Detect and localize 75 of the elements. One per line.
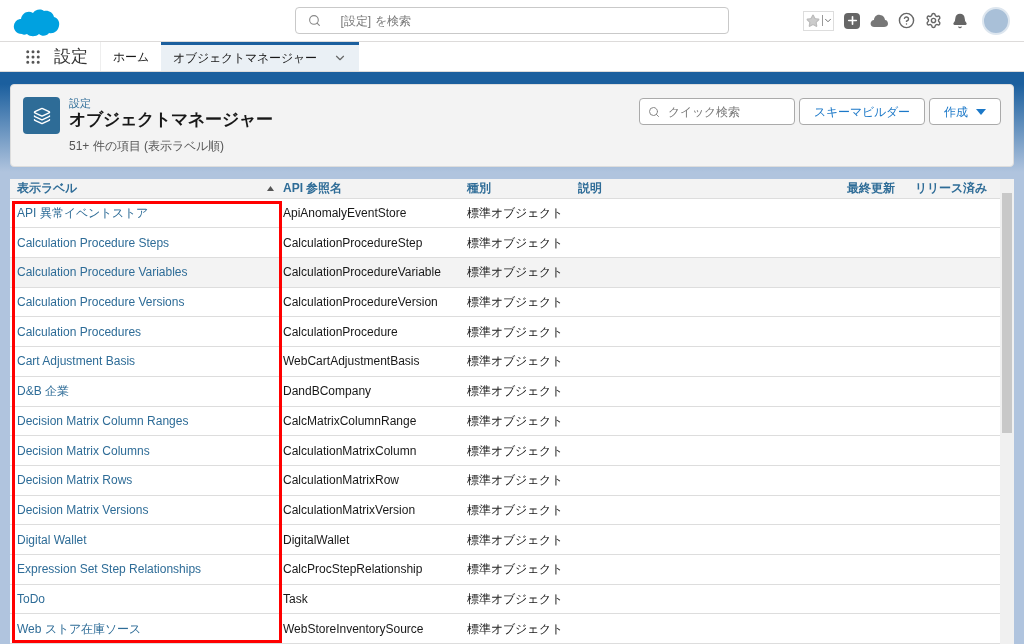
- api-name: DigitalWallet: [283, 532, 350, 547]
- object-type: 標準オブジェクト: [467, 473, 563, 488]
- app-launcher-icon[interactable]: [24, 47, 42, 66]
- object-link[interactable]: ToDo: [17, 591, 45, 606]
- object-link[interactable]: Decision Matrix Column Ranges: [17, 413, 189, 428]
- api-name: CalcProcStepRelationship: [283, 562, 423, 577]
- object-link[interactable]: Decision Matrix Rows: [17, 473, 133, 488]
- search-field[interactable]: [設定] を検索: [294, 7, 729, 34]
- column-header[interactable]: API 参照名: [278, 179, 461, 198]
- object-type: 標準オブジェクト: [467, 413, 563, 428]
- object-type: 標準オブジェクト: [467, 502, 563, 517]
- api-name: WebCartAdjustmentBasis: [283, 354, 420, 369]
- breadcrumb[interactable]: 設定: [69, 97, 273, 109]
- api-name: Task: [283, 591, 308, 606]
- quick-search-field[interactable]: クイック検索: [639, 98, 795, 125]
- column-header[interactable]: 説明: [571, 179, 839, 198]
- object-type: 標準オブジェクト: [467, 324, 563, 339]
- api-name: CalculationProcedureVersion: [283, 295, 438, 310]
- api-name: CalculationMatrixColumn: [283, 443, 417, 458]
- api-name: CalculationMatrixVersion: [283, 502, 416, 517]
- settings-icon[interactable]: [925, 12, 942, 29]
- nav-tab[interactable]: ホーム: [101, 42, 161, 71]
- layers-icon: [23, 97, 60, 134]
- object-link[interactable]: Calculation Procedure Variables: [17, 265, 188, 280]
- page-title: オブジェクトマネージャー: [69, 109, 273, 131]
- help-icon[interactable]: [898, 12, 915, 29]
- schema-builder-button[interactable]: スキーマビルダー: [799, 98, 925, 125]
- object-link[interactable]: Cart Adjustment Basis: [17, 354, 136, 369]
- api-name: CalculationMatrixRow: [283, 473, 400, 488]
- object-type: 標準オブジェクト: [467, 384, 563, 399]
- object-type: 標準オブジェクト: [467, 532, 563, 547]
- object-type: 標準オブジェクト: [467, 295, 563, 310]
- api-name: WebStoreInventorySource: [283, 621, 424, 636]
- object-type: 標準オブジェクト: [467, 206, 563, 221]
- api-name: CalcMatrixColumnRange: [283, 413, 417, 428]
- object-type: 標準オブジェクト: [467, 354, 563, 369]
- object-link[interactable]: Calculation Procedure Versions: [17, 295, 185, 310]
- search-icon: [648, 105, 660, 118]
- object-link[interactable]: Decision Matrix Versions: [17, 502, 149, 517]
- star-icon: [806, 13, 820, 28]
- object-type: 標準オブジェクト: [467, 591, 563, 606]
- cloud-icon[interactable]: [870, 12, 888, 29]
- object-link[interactable]: Digital Wallet: [17, 532, 87, 547]
- object-link[interactable]: Decision Matrix Columns: [17, 443, 150, 458]
- object-link[interactable]: D&B 企業: [17, 384, 69, 399]
- object-type: 標準オブジェクト: [467, 235, 563, 250]
- api-name: CalculationProcedure: [283, 324, 398, 339]
- object-type: 標準オブジェクト: [467, 621, 563, 636]
- object-type: 標準オブジェクト: [467, 562, 563, 577]
- caret-icon: [822, 15, 833, 26]
- object-link[interactable]: Expression Set Step Relationships: [17, 562, 202, 577]
- api-name: ApiAnomalyEventStore: [283, 206, 407, 221]
- item-count: 51+ 件の項目 (表示ラベル順): [69, 138, 225, 155]
- table-row[interactable]: Calculation Procedure Variables CalculationProcedureVariable 標準オブジェクト: [10, 258, 1000, 288]
- nav-tab[interactable]: オブジェクトマネージャー: [161, 42, 359, 71]
- api-name: CalculationProcedureVariable: [283, 265, 441, 280]
- object-type: 標準オブジェクト: [467, 265, 563, 280]
- bell-icon[interactable]: [952, 12, 968, 29]
- api-name: CalculationProcedureStep: [283, 235, 423, 250]
- add-icon[interactable]: [844, 12, 860, 29]
- column-header[interactable]: リリース済み: [909, 179, 1000, 198]
- create-menu-button[interactable]: 作成: [929, 98, 1001, 125]
- caret-icon: [976, 108, 986, 115]
- favorites-button[interactable]: [803, 10, 834, 31]
- object-link[interactable]: Calculation Procedures: [17, 324, 142, 339]
- api-name: DandBCompany: [283, 384, 372, 399]
- app-name: 設定: [54, 45, 88, 68]
- column-header[interactable]: 表示ラベル: [10, 179, 278, 198]
- search-icon: [307, 14, 321, 27]
- object-link[interactable]: Web ストア在庫ソース: [17, 621, 141, 636]
- object-link[interactable]: Calculation Procedure Steps: [17, 235, 170, 250]
- column-header[interactable]: 最終更新: [839, 179, 909, 198]
- column-header[interactable]: 種別: [461, 179, 571, 198]
- object-type: 標準オブジェクト: [467, 443, 563, 458]
- object-link[interactable]: API 異常イベントストア: [17, 206, 148, 221]
